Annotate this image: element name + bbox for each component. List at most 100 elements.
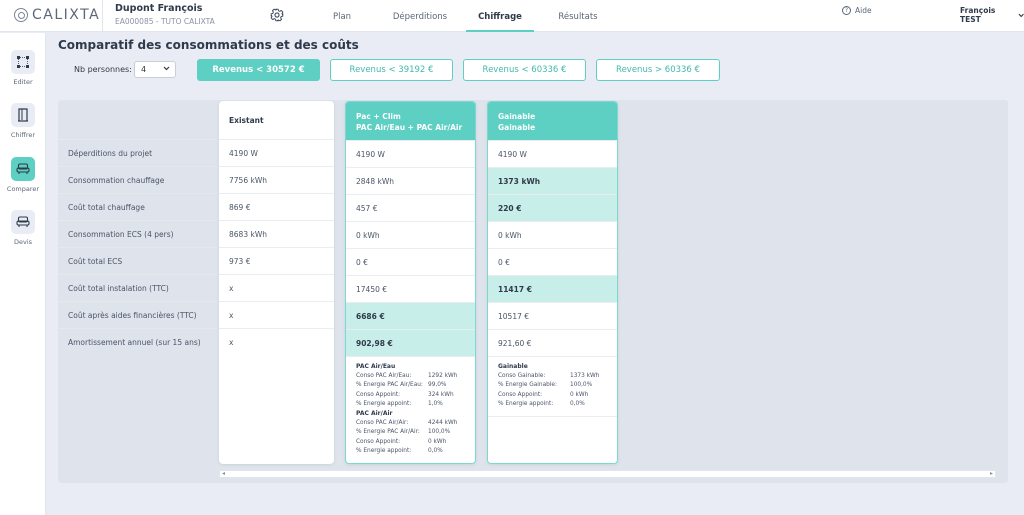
nb-personnes-value: 4 (141, 65, 147, 74)
cell-value: 17450 € (346, 275, 475, 302)
cell-value: 7756 kWh (219, 166, 334, 193)
details-title: PAC Air/Eau (356, 363, 396, 370)
project-name: Dupont François (115, 3, 203, 14)
user-name: François TEST (960, 6, 996, 24)
details-line: Conso PAC Air/Eau: 1292 kWh (356, 373, 458, 379)
details-line: % Energie appoint: 1,0% (356, 400, 443, 407)
column-header: Gainable Gainable (488, 102, 617, 140)
row-label: Coût total ECS (58, 247, 218, 274)
header-divider (102, 0, 103, 32)
cell-value: 0 kWh (346, 221, 475, 248)
nodes-icon (11, 50, 35, 74)
main-nav: Plan Déperditions Chiffrage Résultats (310, 0, 622, 32)
scroll-left-icon[interactable]: ◂ (222, 471, 225, 477)
tab-plan[interactable]: Plan (310, 0, 374, 32)
chevron-down-icon (163, 66, 170, 71)
cell-value: x (219, 274, 334, 301)
sidebar-item-chiffrer[interactable]: Chiffrer (0, 103, 46, 139)
sidebar-item-comparer[interactable]: Comparer (0, 157, 46, 193)
project-code: EA000085 - TUTO CALIXTA (115, 17, 215, 26)
row-label: Coût après aides financières (TTC) (58, 301, 218, 328)
details-block: Gainable Conso Gainable: 1373 kWh % Energ… (488, 356, 617, 416)
details-line: Conso PAC Air/Air: 4244 kWh (356, 420, 458, 427)
nb-personnes-select[interactable]: 4 (134, 61, 176, 78)
help-icon: ? (842, 6, 851, 15)
column-pac-clim: Pac + Clim PAC Air/Eau + PAC Air/Air 419… (345, 101, 476, 464)
details-divider (488, 416, 617, 417)
cell-value-best: 902,98 € (346, 329, 475, 356)
tab-chiffrage[interactable]: Chiffrage (466, 0, 534, 32)
scroll-right-icon[interactable]: ▸ (990, 471, 993, 477)
tab-deperditions[interactable]: Déperditions (374, 0, 466, 32)
details-title: PAC Air/Air (356, 410, 393, 418)
horizontal-scrollbar[interactable]: ◂ ▸ (219, 470, 996, 478)
details-line: % Energie PAC Air/Air: 100,0% (356, 429, 451, 436)
details-line: Conso Appoint: 0 kWh (356, 438, 447, 445)
column-gainable: Gainable Gainable 4190 W 1373 kWh 220 € … (487, 101, 618, 464)
sidebar: Editer Chiffrer Comparer Devis (0, 33, 46, 515)
column-header: Pac + Clim PAC Air/Eau + PAC Air/Air (346, 102, 475, 140)
cell-value: 457 € (346, 194, 475, 221)
logo-text: CALIXTA (32, 7, 101, 23)
logo-icon (14, 8, 28, 22)
nb-personnes-label: Nb personnes: (74, 65, 132, 74)
sidebar-label: Comparer (6, 185, 40, 193)
top-header: CALIXTA Dupont François EA000085 - TUTO … (0, 0, 1024, 32)
cell-value-best: 1373 kWh (488, 167, 617, 194)
details-line: % Energie appoint: 0,0% (498, 400, 585, 407)
help-label: Aide (855, 6, 872, 15)
details-line: Conso Gainable: 1373 kWh (498, 373, 600, 379)
chevron-down-icon (1018, 13, 1024, 17)
cell-value: 921,60 € (488, 329, 617, 356)
logo[interactable]: CALIXTA (14, 7, 100, 23)
help-link[interactable]: ? Aide (842, 6, 872, 15)
revenus-button-3[interactable]: Revenus < 60336 € (463, 59, 586, 81)
sidebar-label: Devis (13, 238, 33, 246)
column-header: Existant (219, 101, 334, 139)
door-icon (11, 103, 35, 127)
cell-value: 2848 kWh (346, 167, 475, 194)
details-title: Gainable (498, 363, 528, 370)
column-title: Gainable (498, 112, 536, 121)
details-line: % Energie appoint: 0,0% (356, 448, 443, 455)
row-labels-column: Déperditions du projet Consommation chau… (58, 101, 218, 358)
details-line: % Energie Gainable: 100,0% (498, 382, 593, 389)
cell-value: x (219, 328, 334, 355)
cell-value: 4190 W (346, 140, 475, 167)
cell-value: x (219, 301, 334, 328)
sidebar-item-editer[interactable]: Editer (0, 50, 46, 86)
cell-value: 0 € (346, 248, 475, 275)
user-menu[interactable]: François TEST (960, 6, 1024, 24)
cell-value: 8683 kWh (219, 220, 334, 247)
revenus-button-4[interactable]: Revenus > 60336 € (596, 59, 720, 81)
details-block: PAC Air/Eau Conso PAC Air/Eau: 1292 kWh %… (346, 356, 475, 461)
row-label: Consommation ECS (4 pers) (58, 220, 218, 247)
column-title: Existant (229, 116, 264, 125)
sofa-icon (11, 157, 35, 181)
column-existant: Existant 4190 W 7756 kWh 869 € 8683 kWh … (219, 101, 334, 464)
sidebar-label: Editer (13, 78, 33, 86)
column-subtitle: PAC Air/Eau + PAC Air/Air (356, 123, 463, 132)
revenus-button-2[interactable]: Revenus < 39192 € (330, 59, 453, 81)
cell-value-best: 220 € (488, 194, 617, 221)
row-label: Coût total instalation (TTC) (58, 274, 218, 301)
details-line: Conso Appoint: 0 kWh (498, 391, 589, 398)
cell-value: 4190 W (488, 140, 617, 167)
column-title: Pac + Clim (356, 112, 401, 121)
cell-value: 4190 W (219, 139, 334, 166)
cell-value-best: 11417 € (488, 275, 617, 302)
cell-value-best: 6686 € (346, 302, 475, 329)
details-line: % Energie PAC Air/Eau: 99,0% (356, 382, 447, 389)
tab-resultats[interactable]: Résultats (534, 0, 622, 32)
sofa-icon (11, 210, 35, 234)
sidebar-item-devis[interactable]: Devis (0, 210, 46, 246)
revenus-button-1[interactable]: Revenus < 30572 € (197, 59, 320, 81)
sidebar-label: Chiffrer (10, 131, 36, 139)
row-label: Déperditions du projet (58, 139, 218, 166)
page-title: Comparatif des consommations et des coût… (58, 38, 359, 52)
row-label: Coût total chauffage (58, 193, 218, 220)
cell-value: 0 kWh (488, 221, 617, 248)
column-subtitle: Gainable (498, 123, 536, 132)
row-label: Amortissement annuel (sur 15 ans) (58, 328, 218, 355)
gear-icon[interactable] (270, 8, 284, 22)
